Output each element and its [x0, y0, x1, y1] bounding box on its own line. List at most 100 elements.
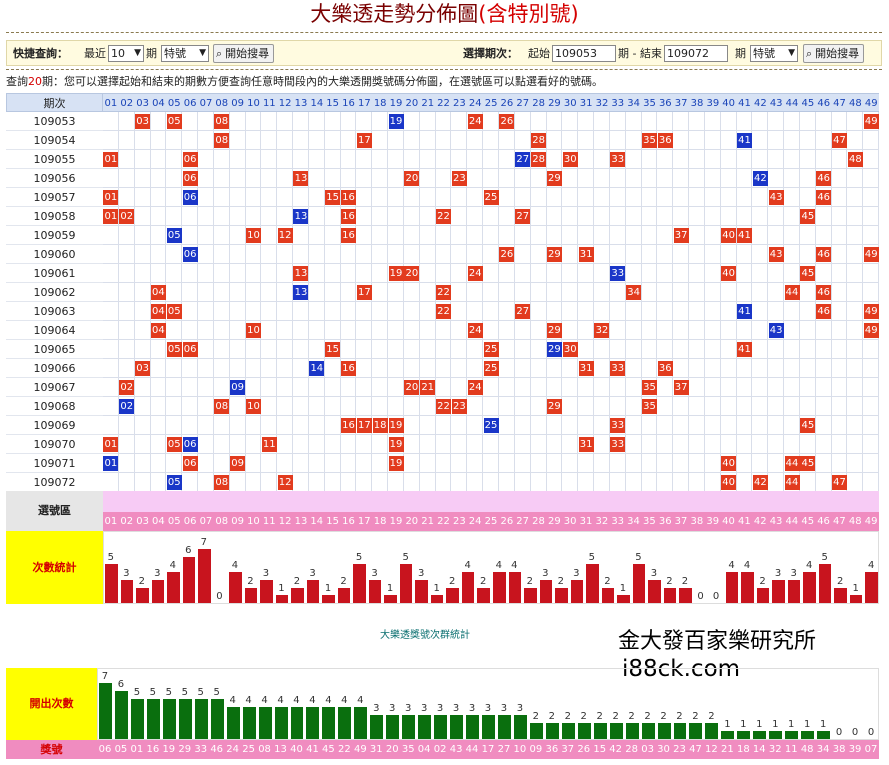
recent-count-select[interactable]: 10 ▼ [108, 45, 144, 62]
selectable-number[interactable]: 02 [119, 512, 135, 531]
selectable-number[interactable]: 34 [626, 512, 642, 531]
grid-cell [752, 150, 769, 169]
selectable-number[interactable]: 28 [531, 512, 547, 531]
grid-cell [118, 321, 135, 340]
selectable-number[interactable]: 43 [768, 512, 784, 531]
grid-cell [435, 321, 452, 340]
selectable-number[interactable]: 40 [721, 512, 737, 531]
grid-cell [372, 454, 389, 473]
selectable-number[interactable]: 49 [863, 512, 879, 531]
grid-cell [261, 416, 278, 435]
selectable-number[interactable]: 26 [499, 512, 515, 531]
start-period-input[interactable]: 109053 [552, 45, 616, 62]
freq-number: 29 [178, 744, 192, 755]
special-select-left[interactable]: 特號 ▼ [161, 45, 209, 62]
drawn-number-ball: 40 [721, 228, 737, 243]
grid-cell [356, 245, 373, 264]
selectable-number[interactable]: 22 [436, 512, 452, 531]
grid-cell [594, 245, 610, 264]
grid-cell [340, 302, 357, 321]
grid-cell [134, 131, 151, 150]
selectable-number[interactable]: 48 [847, 512, 863, 531]
selectable-number[interactable]: 08 [214, 512, 230, 531]
count-bar [477, 587, 490, 603]
selectable-number[interactable]: 01 [103, 512, 119, 531]
selectable-number[interactable]: 03 [135, 512, 151, 531]
grid-cell [768, 359, 785, 378]
recent-count-value: 10 [111, 47, 125, 60]
selectable-number[interactable]: 47 [831, 512, 847, 531]
grid-cell [609, 112, 626, 131]
end-period-input[interactable]: 109072 [664, 45, 728, 62]
selectable-number[interactable]: 30 [562, 512, 578, 531]
drawn-number-ball: 31 [578, 361, 594, 376]
selectable-number[interactable]: 32 [594, 512, 610, 531]
grid-cell [625, 264, 642, 283]
selectable-number[interactable]: 23 [451, 512, 467, 531]
grid-cell [403, 397, 420, 416]
selectable-number[interactable]: 15 [325, 512, 341, 531]
grid-cell [546, 283, 563, 302]
selectable-number[interactable]: 25 [483, 512, 499, 531]
selectable-number[interactable]: 07 [198, 512, 214, 531]
selectable-number[interactable]: 16 [341, 512, 357, 531]
freq-number: 40 [290, 744, 303, 755]
grid-cell [562, 226, 579, 245]
selectable-number[interactable]: 37 [673, 512, 689, 531]
freq-bar-label: 1 [803, 719, 811, 730]
grid-cell [324, 302, 341, 321]
freq-bar-label: 0 [867, 727, 875, 738]
selectable-number[interactable]: 36 [657, 512, 673, 531]
special-select-right[interactable]: 特號 ▼ [750, 45, 798, 62]
count-bar-label: 5 [402, 552, 409, 564]
drawn-number-ball: 19 [388, 266, 404, 281]
selectable-number[interactable]: 09 [230, 512, 246, 531]
selectable-number[interactable]: 27 [515, 512, 531, 531]
freq-bar-label: 2 [612, 711, 619, 722]
grid-cell [229, 321, 246, 340]
selectable-number[interactable]: 31 [578, 512, 594, 531]
grid-cell [308, 321, 325, 340]
selectable-number[interactable]: 20 [404, 512, 420, 531]
grid-cell [419, 397, 436, 416]
selectable-number[interactable]: 45 [800, 512, 816, 531]
row-period-label: 109057 [6, 188, 103, 207]
selectable-number[interactable]: 38 [689, 512, 705, 531]
grid-cell [150, 264, 167, 283]
grid-cell [736, 435, 753, 454]
selectable-number[interactable]: 11 [261, 512, 277, 531]
selectable-number[interactable]: 17 [356, 512, 372, 531]
selectable-number[interactable]: 46 [816, 512, 832, 531]
selectable-number[interactable]: 21 [420, 512, 436, 531]
grid-cell [530, 245, 547, 264]
selectable-number[interactable]: 39 [705, 512, 721, 531]
grid-cell [625, 340, 642, 359]
selectable-number[interactable]: 35 [641, 512, 657, 531]
selectable-number[interactable]: 12 [277, 512, 293, 531]
drawn-number-ball: 25 [483, 190, 499, 205]
grid-cell [213, 226, 230, 245]
selectable-number[interactable]: 10 [246, 512, 262, 531]
grid-cell [419, 283, 436, 302]
search-button-right[interactable]: ⌕ 開始搜尋 [803, 44, 865, 63]
selectable-number[interactable]: 19 [388, 512, 404, 531]
selectable-number[interactable]: 41 [736, 512, 752, 531]
selectable-number[interactable]: 06 [182, 512, 198, 531]
selectable-number[interactable]: 05 [166, 512, 182, 531]
special-number-ball: 42 [752, 171, 768, 186]
selectable-number[interactable]: 13 [293, 512, 309, 531]
drawn-number-ball: 08 [214, 475, 230, 490]
search-button-left[interactable]: ⌕ 開始搜尋 [213, 44, 275, 63]
grid-cell [609, 397, 626, 416]
selectable-number[interactable]: 44 [784, 512, 800, 531]
freq-number: 10 [513, 744, 527, 755]
selectable-number[interactable]: 33 [610, 512, 626, 531]
grid-cell [134, 264, 151, 283]
selectable-number[interactable]: 29 [546, 512, 562, 531]
selectable-number[interactable]: 24 [467, 512, 483, 531]
selectable-number[interactable]: 42 [752, 512, 768, 531]
selectable-number[interactable]: 18 [372, 512, 388, 531]
selectable-number[interactable]: 14 [309, 512, 325, 531]
drawn-number-ball: 05 [166, 342, 182, 357]
selectable-number[interactable]: 04 [151, 512, 167, 531]
